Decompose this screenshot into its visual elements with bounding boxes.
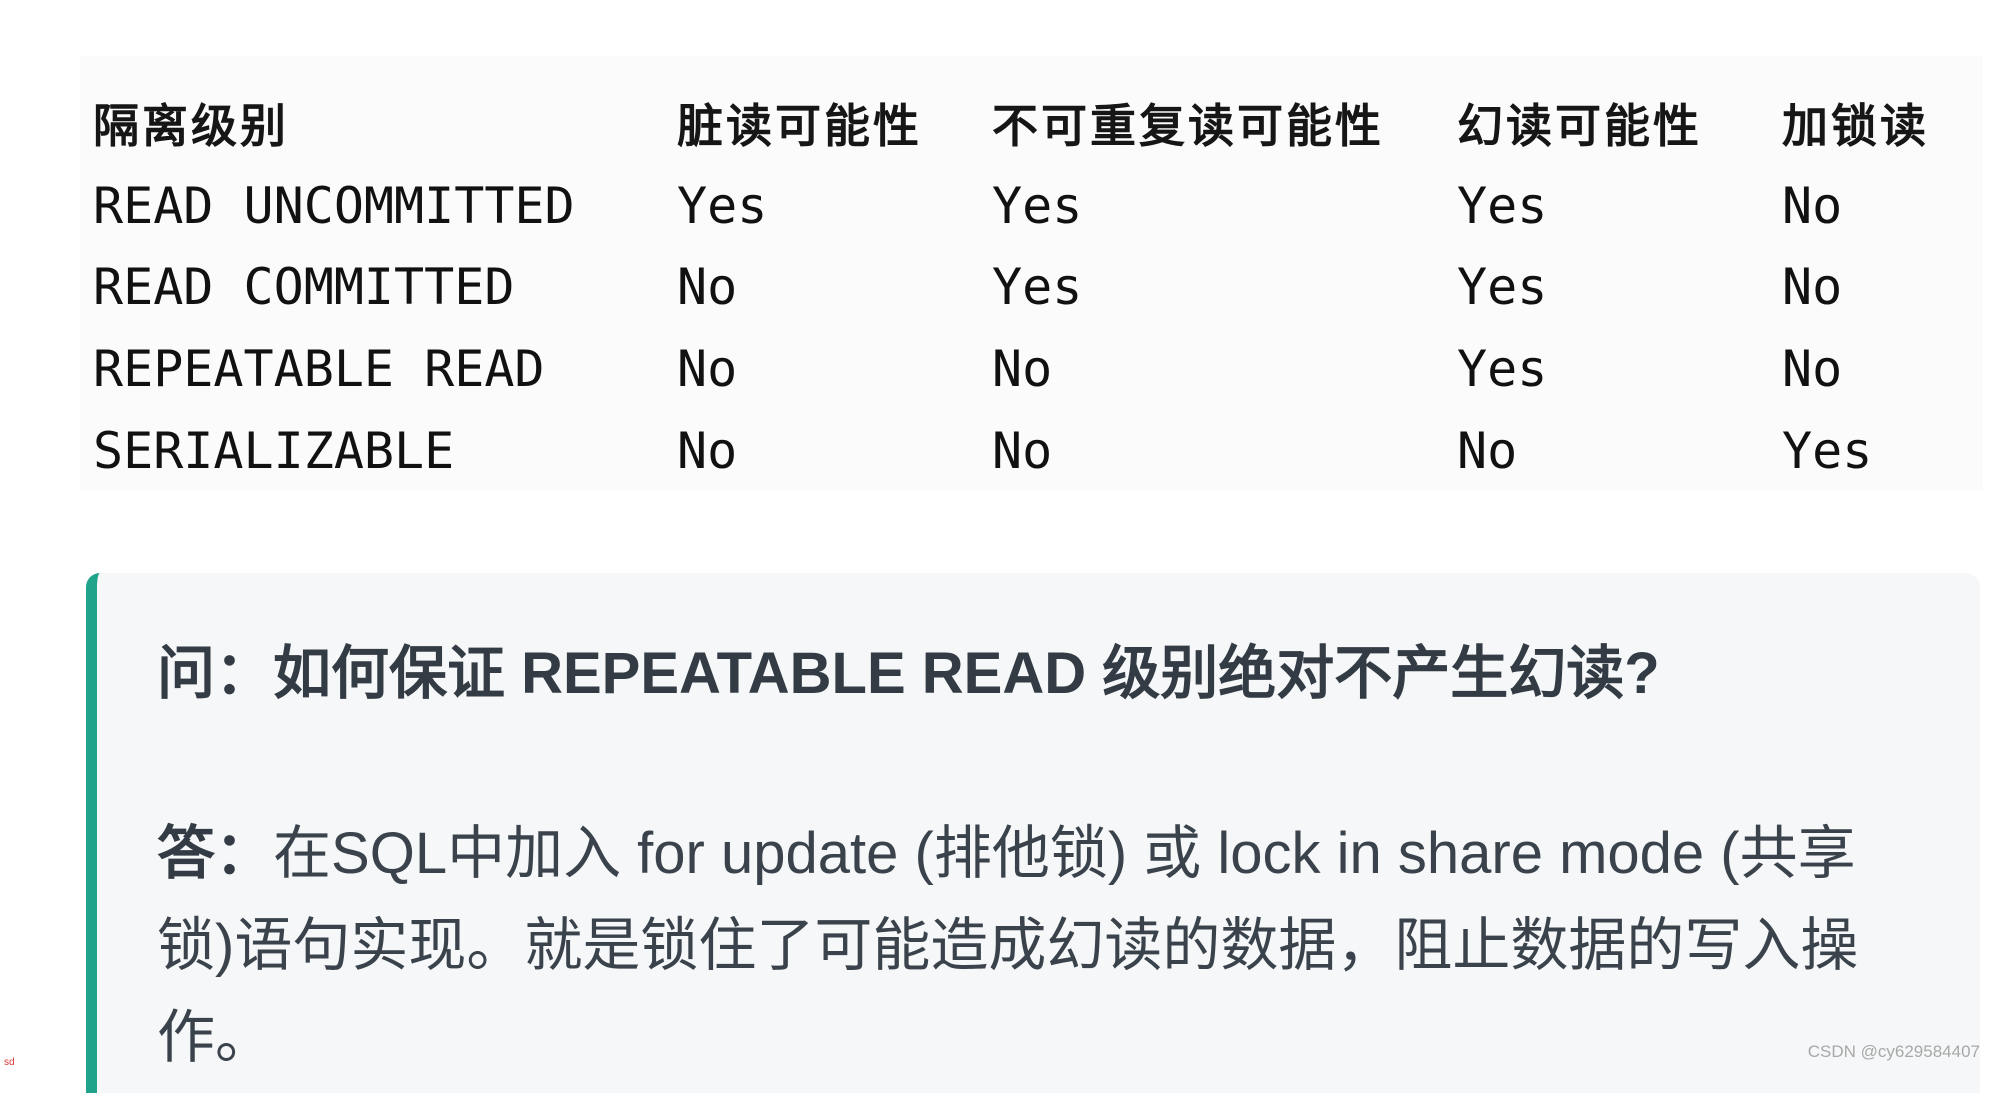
answer-line-3: 作。 bbox=[157, 1005, 274, 1070]
table-cell-dirty-read: No bbox=[677, 340, 738, 398]
table-header-locking-read: 加锁读 bbox=[1782, 99, 1929, 153]
table-cell-locking-read: Yes bbox=[1782, 422, 1873, 480]
answer-prefix: 答： bbox=[157, 821, 274, 886]
table-cell-level: READ UNCOMMITTED bbox=[93, 177, 575, 235]
table-cell-non-repeatable-read: Yes bbox=[992, 177, 1083, 235]
table-header-isolation-level: 隔离级别 bbox=[93, 99, 289, 153]
table-cell-dirty-read: No bbox=[677, 422, 738, 480]
table-cell-phantom-read: Yes bbox=[1457, 340, 1548, 398]
table-cell-level: READ COMMITTED bbox=[93, 258, 515, 316]
csdn-watermark: CSDN @cy629584407 bbox=[1807, 1042, 1980, 1061]
question-text: 问：如何保证 REPEATABLE READ 级别绝对不产生幻读? bbox=[157, 641, 1660, 706]
table-cell-non-repeatable-read: No bbox=[992, 340, 1053, 398]
table-cell-locking-read: No bbox=[1782, 340, 1843, 398]
table-cell-phantom-read: Yes bbox=[1457, 258, 1548, 316]
table-header-non-repeatable-read: 不可重复读可能性 bbox=[992, 99, 1384, 153]
answer-text: 答：在SQL中加入 for update (排他锁) 或 lock in sha… bbox=[157, 808, 1867, 1084]
table-cell-locking-read: No bbox=[1782, 177, 1843, 235]
table-cell-phantom-read: No bbox=[1457, 422, 1518, 480]
answer-line-2: 锁)语句实现。就是锁住了可能造成幻读的数据，阻止数据的写入操 bbox=[157, 913, 1859, 978]
table-header-dirty-read: 脏读可能性 bbox=[677, 99, 922, 153]
table-cell-phantom-read: Yes bbox=[1457, 177, 1548, 235]
table-cell-dirty-read: Yes bbox=[677, 177, 768, 235]
table-header-phantom-read: 幻读可能性 bbox=[1457, 99, 1702, 153]
table-cell-dirty-read: No bbox=[677, 258, 738, 316]
table-cell-non-repeatable-read: No bbox=[992, 422, 1053, 480]
table-cell-non-repeatable-read: Yes bbox=[992, 258, 1083, 316]
corner-mark: sd bbox=[4, 1057, 15, 1068]
table-cell-locking-read: No bbox=[1782, 258, 1843, 316]
table-cell-level: SERIALIZABLE bbox=[93, 422, 455, 480]
table-cell-level: REPEATABLE READ bbox=[93, 340, 545, 398]
answer-line-1: 在SQL中加入 for update (排他锁) 或 lock in share… bbox=[273, 821, 1856, 886]
